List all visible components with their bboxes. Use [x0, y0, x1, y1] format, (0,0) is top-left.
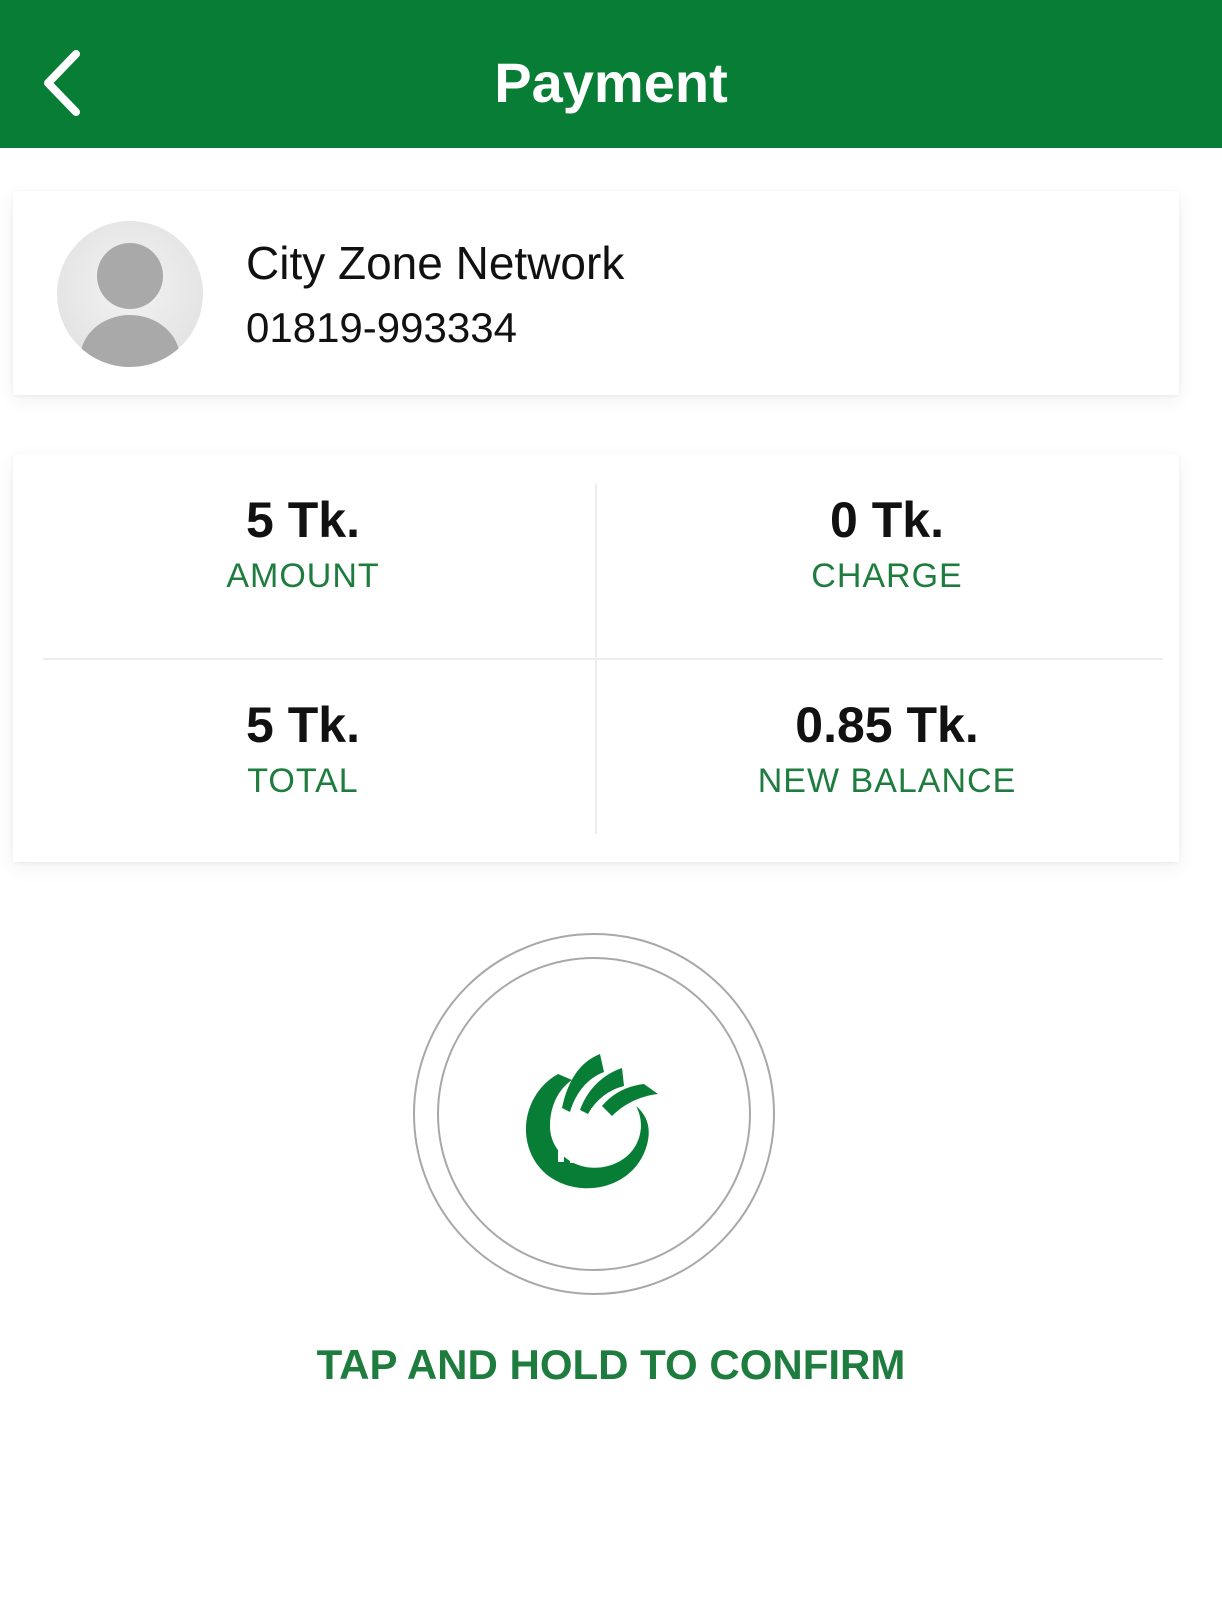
charge-value: 0 Tk. [830, 492, 944, 548]
payment-summary-card: 5 Tk. AMOUNT 0 Tk. CHARGE 5 Tk. TOTAL 0.… [13, 454, 1179, 862]
total-label: TOTAL [247, 762, 359, 800]
app-header: Payment [0, 0, 1222, 148]
total-value: 5 Tk. [246, 697, 360, 753]
charge-label: CHARGE [811, 557, 963, 595]
recipient-name: City Zone Network [246, 237, 625, 289]
amount-label: AMOUNT [226, 557, 380, 595]
new-balance-value: 0.85 Tk. [795, 697, 979, 753]
horizontal-divider [43, 658, 1163, 660]
page-title: Payment [494, 51, 728, 114]
default-avatar-icon [80, 243, 180, 367]
avatar [57, 221, 203, 367]
new-balance-cell: 0.85 Tk. NEW BALANCE [597, 695, 1177, 801]
charge-cell: 0 Tk. CHARGE [597, 490, 1177, 596]
new-balance-label: NEW BALANCE [757, 762, 1017, 800]
recipient-phone: 01819-993334 [246, 304, 517, 351]
amount-value: 5 Tk. [246, 492, 360, 548]
amount-cell: 5 Tk. AMOUNT [13, 490, 593, 596]
confirm-instruction: TAP AND HOLD TO CONFIRM [316, 1341, 906, 1388]
total-cell: 5 Tk. TOTAL [13, 695, 593, 801]
brand-logo-icon [500, 1030, 680, 1210]
recipient-card: City Zone Network 01819-993334 [13, 191, 1179, 395]
